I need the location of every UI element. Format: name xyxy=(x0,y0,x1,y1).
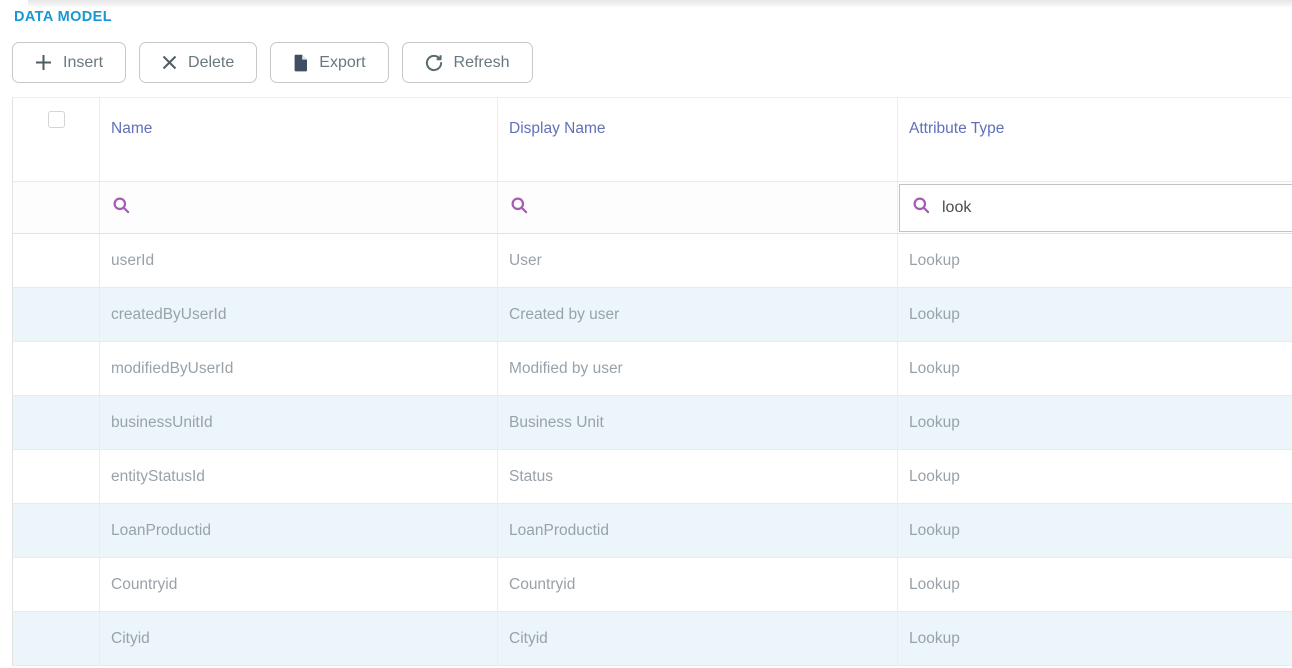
cell-name: entityStatusId xyxy=(100,450,498,503)
table-filter-row xyxy=(13,182,1292,234)
table-header-row: Name Display Name Attribute Type xyxy=(13,98,1292,182)
cell-name: LoanProductid xyxy=(100,504,498,557)
delete-button-label: Delete xyxy=(188,54,234,72)
document-icon xyxy=(293,54,308,72)
cell-attribute-type: Lookup xyxy=(898,288,1292,341)
name-filter-input[interactable] xyxy=(142,199,497,217)
export-button-label: Export xyxy=(319,54,365,72)
attribute-type-filter-cell xyxy=(898,182,1292,233)
column-header-name[interactable]: Name xyxy=(100,98,498,181)
cell-name: businessUnitId xyxy=(100,396,498,449)
cell-name: userId xyxy=(100,234,498,287)
select-all-checkbox[interactable] xyxy=(48,111,65,128)
refresh-button-label: Refresh xyxy=(454,54,510,72)
table-row[interactable]: createdByUserId Created by user Lookup xyxy=(13,288,1292,342)
cell-display-name: Modified by user xyxy=(498,342,898,395)
x-icon xyxy=(162,55,177,70)
cell-display-name: Status xyxy=(498,450,898,503)
search-icon xyxy=(912,196,931,220)
cell-name: modifiedByUserId xyxy=(100,342,498,395)
row-checkbox-cell xyxy=(13,612,100,665)
table-body: userId User Lookup createdByUserId Creat… xyxy=(13,234,1292,666)
row-checkbox-cell xyxy=(13,342,100,395)
table-row[interactable]: Cityid Cityid Lookup xyxy=(13,612,1292,666)
cell-attribute-type: Lookup xyxy=(898,396,1292,449)
search-icon xyxy=(112,196,131,220)
page-title: DATA MODEL xyxy=(14,9,112,25)
row-checkbox-cell xyxy=(13,504,100,557)
table-row[interactable]: userId User Lookup xyxy=(13,234,1292,288)
cell-name: Countryid xyxy=(100,558,498,611)
row-checkbox-cell xyxy=(13,450,100,503)
attribute-type-filter-input[interactable] xyxy=(942,199,1292,217)
cell-attribute-type: Lookup xyxy=(898,234,1292,287)
window-top-edge xyxy=(28,0,1292,7)
row-checkbox-cell xyxy=(13,396,100,449)
cell-attribute-type: Lookup xyxy=(898,450,1292,503)
toolbar: Insert Delete Export Refresh xyxy=(12,42,533,83)
row-checkbox-cell xyxy=(13,234,100,287)
cell-display-name: User xyxy=(498,234,898,287)
cell-display-name: Countryid xyxy=(498,558,898,611)
insert-button[interactable]: Insert xyxy=(12,42,126,83)
column-header-display-name[interactable]: Display Name xyxy=(498,98,898,181)
cell-name: Cityid xyxy=(100,612,498,665)
cell-attribute-type: Lookup xyxy=(898,342,1292,395)
export-button[interactable]: Export xyxy=(270,42,388,83)
display-name-filter-cell xyxy=(498,182,898,233)
table-row[interactable]: modifiedByUserId Modified by user Lookup xyxy=(13,342,1292,396)
table-row[interactable]: LoanProductid LoanProductid Lookup xyxy=(13,504,1292,558)
cell-attribute-type: Lookup xyxy=(898,504,1292,557)
name-filter-cell xyxy=(100,182,498,233)
plus-icon xyxy=(35,54,52,71)
data-model-table: Name Display Name Attribute Type userId … xyxy=(12,97,1292,666)
cell-display-name: Created by user xyxy=(498,288,898,341)
row-checkbox-cell xyxy=(13,558,100,611)
cell-name: createdByUserId xyxy=(100,288,498,341)
table-row[interactable]: businessUnitId Business Unit Lookup xyxy=(13,396,1292,450)
table-row[interactable]: Countryid Countryid Lookup xyxy=(13,558,1292,612)
filter-empty-cell xyxy=(13,182,100,233)
column-header-attribute-type[interactable]: Attribute Type xyxy=(898,98,1292,181)
display-name-filter-input[interactable] xyxy=(540,199,897,217)
cell-attribute-type: Lookup xyxy=(898,558,1292,611)
table-row[interactable]: entityStatusId Status Lookup xyxy=(13,450,1292,504)
insert-button-label: Insert xyxy=(63,54,103,72)
cell-display-name: Business Unit xyxy=(498,396,898,449)
delete-button[interactable]: Delete xyxy=(139,42,257,83)
cell-attribute-type: Lookup xyxy=(898,612,1292,665)
cell-display-name: Cityid xyxy=(498,612,898,665)
row-checkbox-cell xyxy=(13,288,100,341)
search-icon xyxy=(510,196,529,220)
cell-display-name: LoanProductid xyxy=(498,504,898,557)
select-all-cell xyxy=(13,98,100,181)
refresh-button[interactable]: Refresh xyxy=(402,42,533,83)
attribute-type-filter-box xyxy=(899,184,1292,232)
refresh-icon xyxy=(425,54,443,72)
